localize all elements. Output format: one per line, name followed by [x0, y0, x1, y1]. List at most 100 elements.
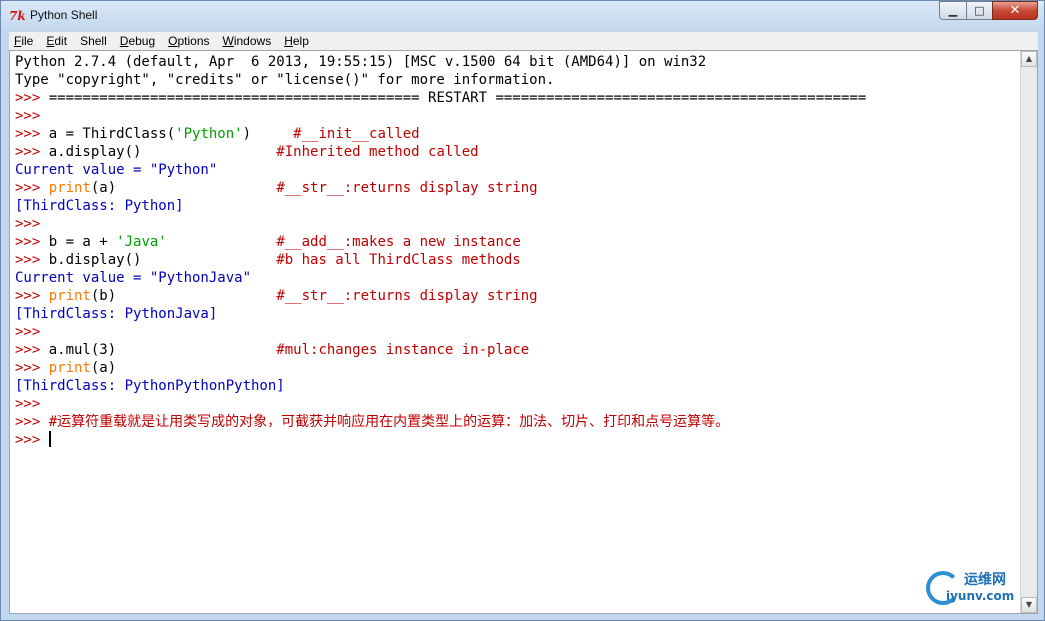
shell-line: >>> print(a) #__str__:returns display st… — [15, 179, 866, 197]
shell-text-segment: print — [48, 360, 91, 376]
shell-text-segment: ========================================… — [48, 90, 867, 106]
text-cursor — [48, 431, 51, 447]
shell-text-segment: 'Python' — [175, 126, 243, 142]
shell-text-segment: >>> — [15, 360, 49, 376]
shell-text-segment: >>> — [15, 216, 49, 232]
shell-text-segment: print — [48, 288, 91, 304]
shell-text-segment: 'Java' — [116, 234, 167, 250]
shell-text-segment: #Inherited method called — [276, 144, 479, 160]
shell-text-segment: >>> — [15, 144, 49, 160]
menu-accelerator: W — [222, 34, 234, 48]
title-bar[interactable]: 7k Python Shell ▁ □ ✕ — [1, 1, 1044, 31]
shell-text-segment: b.display() — [48, 252, 277, 268]
shell-text-segment: a = ThirdClass( — [48, 126, 176, 142]
menu-bar: File Edit Shell Debug Options Windows Help — [9, 32, 1038, 50]
shell-line: [ThirdClass: PythonJava] — [15, 305, 866, 323]
shell-line: >>> — [15, 323, 866, 341]
shell-text-segment: >>> — [15, 180, 49, 196]
shell-line: Current value = "Python" — [15, 161, 866, 179]
maximize-button[interactable]: □ — [966, 1, 992, 20]
shell-text-segment: >>> — [15, 288, 49, 304]
shell-line: >>> a.mul(3) #mul:changes instance in-pl… — [15, 341, 866, 359]
shell-line: >>> a.display() #Inherited method called — [15, 143, 866, 161]
menu-label-part: ll — [101, 34, 107, 48]
shell-text-segment: Python 2.7.4 (default, Apr 6 2013, 19:55… — [15, 54, 707, 70]
scroll-up-button[interactable]: ▲ — [1021, 51, 1037, 67]
shell-line: [ThirdClass: PythonPythonPython] — [15, 377, 866, 395]
shell-text-segment: (a) — [90, 180, 277, 196]
shell-text-segment: #__str__:returns display string — [276, 180, 538, 196]
menu-label-part: elp — [292, 34, 309, 48]
shell-text-segment: #__add__:makes a new instance — [276, 234, 521, 250]
window-title: Python Shell — [30, 8, 98, 22]
shell-text-segment: >>> — [15, 396, 49, 412]
shell-line: >>> print(b) #__str__:returns display st… — [15, 287, 866, 305]
shell-line: >>> print(a) — [15, 359, 866, 377]
close-button[interactable]: ✕ — [992, 1, 1038, 20]
shell-text-segment: [ThirdClass: PythonJava] — [15, 306, 218, 322]
shell-text-segment: >>> — [15, 252, 49, 268]
shell-text-segment: [ThirdClass: PythonPythonPython] — [15, 378, 285, 394]
shell-text-segment: #mul:changes instance in-place — [276, 342, 530, 358]
window-controls: ▁ □ ✕ — [939, 1, 1038, 21]
shell-text-segment — [167, 234, 277, 250]
minimize-button[interactable]: ▁ — [939, 1, 966, 20]
shell-line: >>> b.display() #b has all ThirdClass me… — [15, 251, 866, 269]
shell-text-area[interactable]: Python 2.7.4 (default, Apr 6 2013, 19:55… — [10, 51, 1022, 613]
watermark-cn: 运维网 — [964, 572, 1006, 588]
shell-text-segment: >>> — [15, 108, 49, 124]
menu-item-windows[interactable]: Windows — [218, 34, 277, 48]
shell-text-segment: Type "copyright", "credits" or "license(… — [15, 72, 555, 88]
shell-text-segment: #__init__called — [293, 126, 420, 142]
menu-accelerator: H — [284, 34, 293, 48]
shell-text-segment: [ThirdClass: Python] — [15, 198, 184, 214]
shell-line: Python 2.7.4 (default, Apr 6 2013, 19:55… — [15, 53, 866, 71]
shell-text-segment: (b) — [90, 288, 277, 304]
shell-text-segment: #运算符重载就是让用类写成的对象，可截获并响应用在内置类型上的运算：加法、切片、… — [48, 414, 730, 430]
shell-text-segment: a.display() — [48, 144, 277, 160]
python-shell-window: 7k Python Shell ▁ □ ✕ File Edit Shell Debug… — [0, 0, 1045, 621]
scroll-down-button[interactable]: ▼ — [1021, 597, 1037, 613]
shell-line: [ThirdClass: Python] — [15, 197, 866, 215]
shell-text-segment: Current value = "Python" — [15, 162, 218, 178]
shell-text-segment: >>> — [15, 234, 49, 250]
vertical-scrollbar[interactable]: ▲ ▼ — [1020, 51, 1037, 613]
menu-label-part: ptions — [177, 34, 210, 48]
shell-output: Python 2.7.4 (default, Apr 6 2013, 19:55… — [15, 53, 866, 449]
menu-item-file[interactable]: File — [9, 34, 38, 48]
shell-line: >>> — [15, 107, 866, 125]
shell-line: Current value = "PythonJava" — [15, 269, 866, 287]
menu-label-part: dit — [54, 34, 68, 48]
menu-item-help[interactable]: Help — [279, 34, 314, 48]
tk-feather-icon: 7k — [9, 9, 26, 23]
menu-item-shell[interactable]: Shell — [75, 34, 112, 48]
up-arrow-icon: ▲ — [1025, 54, 1033, 63]
shell-line: >>> — [15, 395, 866, 413]
close-icon: ✕ — [1009, 3, 1021, 18]
shell-text-segment: >>> — [15, 126, 49, 142]
maximize-icon: □ — [974, 4, 985, 17]
minimize-icon: ▁ — [948, 4, 958, 17]
shell-text-segment: >>> — [15, 342, 49, 358]
shell-text-segment: Current value = "PythonJava" — [15, 270, 252, 286]
menu-label-part: She — [80, 34, 102, 48]
shell-client-area: Python 2.7.4 (default, Apr 6 2013, 19:55… — [9, 50, 1038, 614]
menu-label-part: ebug — [128, 34, 156, 48]
watermark-logo: 运维网 iyunv.com — [926, 569, 1021, 607]
menu-item-debug[interactable]: Debug — [115, 34, 160, 48]
menu-item-options[interactable]: Options — [163, 34, 214, 48]
shell-text-segment: #__str__:returns display string — [276, 288, 538, 304]
shell-line: >>> #运算符重载就是让用类写成的对象，可截获并响应用在内置类型上的运算：加法… — [15, 413, 866, 431]
shell-text-segment: >>> — [15, 324, 49, 340]
menu-item-edit[interactable]: Edit — [41, 34, 72, 48]
watermark-en: iyunv.com — [946, 589, 1015, 603]
shell-text-segment: b = a + — [48, 234, 117, 250]
shell-text-segment: (a) — [90, 360, 117, 376]
shell-text-segment: ) — [242, 126, 294, 142]
shell-text-segment: >>> — [15, 90, 49, 106]
shell-line: >>> — [15, 431, 866, 449]
shell-text-segment: #b has all ThirdClass methods — [276, 252, 521, 268]
shell-line: >>> a = ThirdClass('Python') #__init__ca… — [15, 125, 866, 143]
shell-text-segment: >>> — [15, 432, 49, 448]
shell-text-segment: print — [48, 180, 91, 196]
